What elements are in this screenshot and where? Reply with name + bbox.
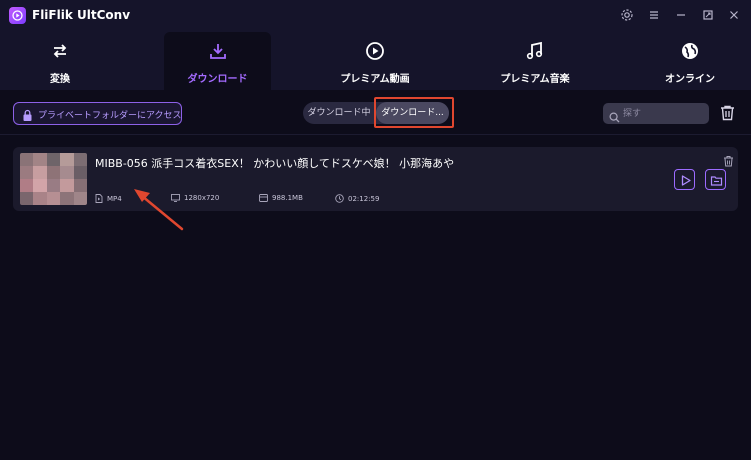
annotation-arrow bbox=[134, 189, 184, 231]
